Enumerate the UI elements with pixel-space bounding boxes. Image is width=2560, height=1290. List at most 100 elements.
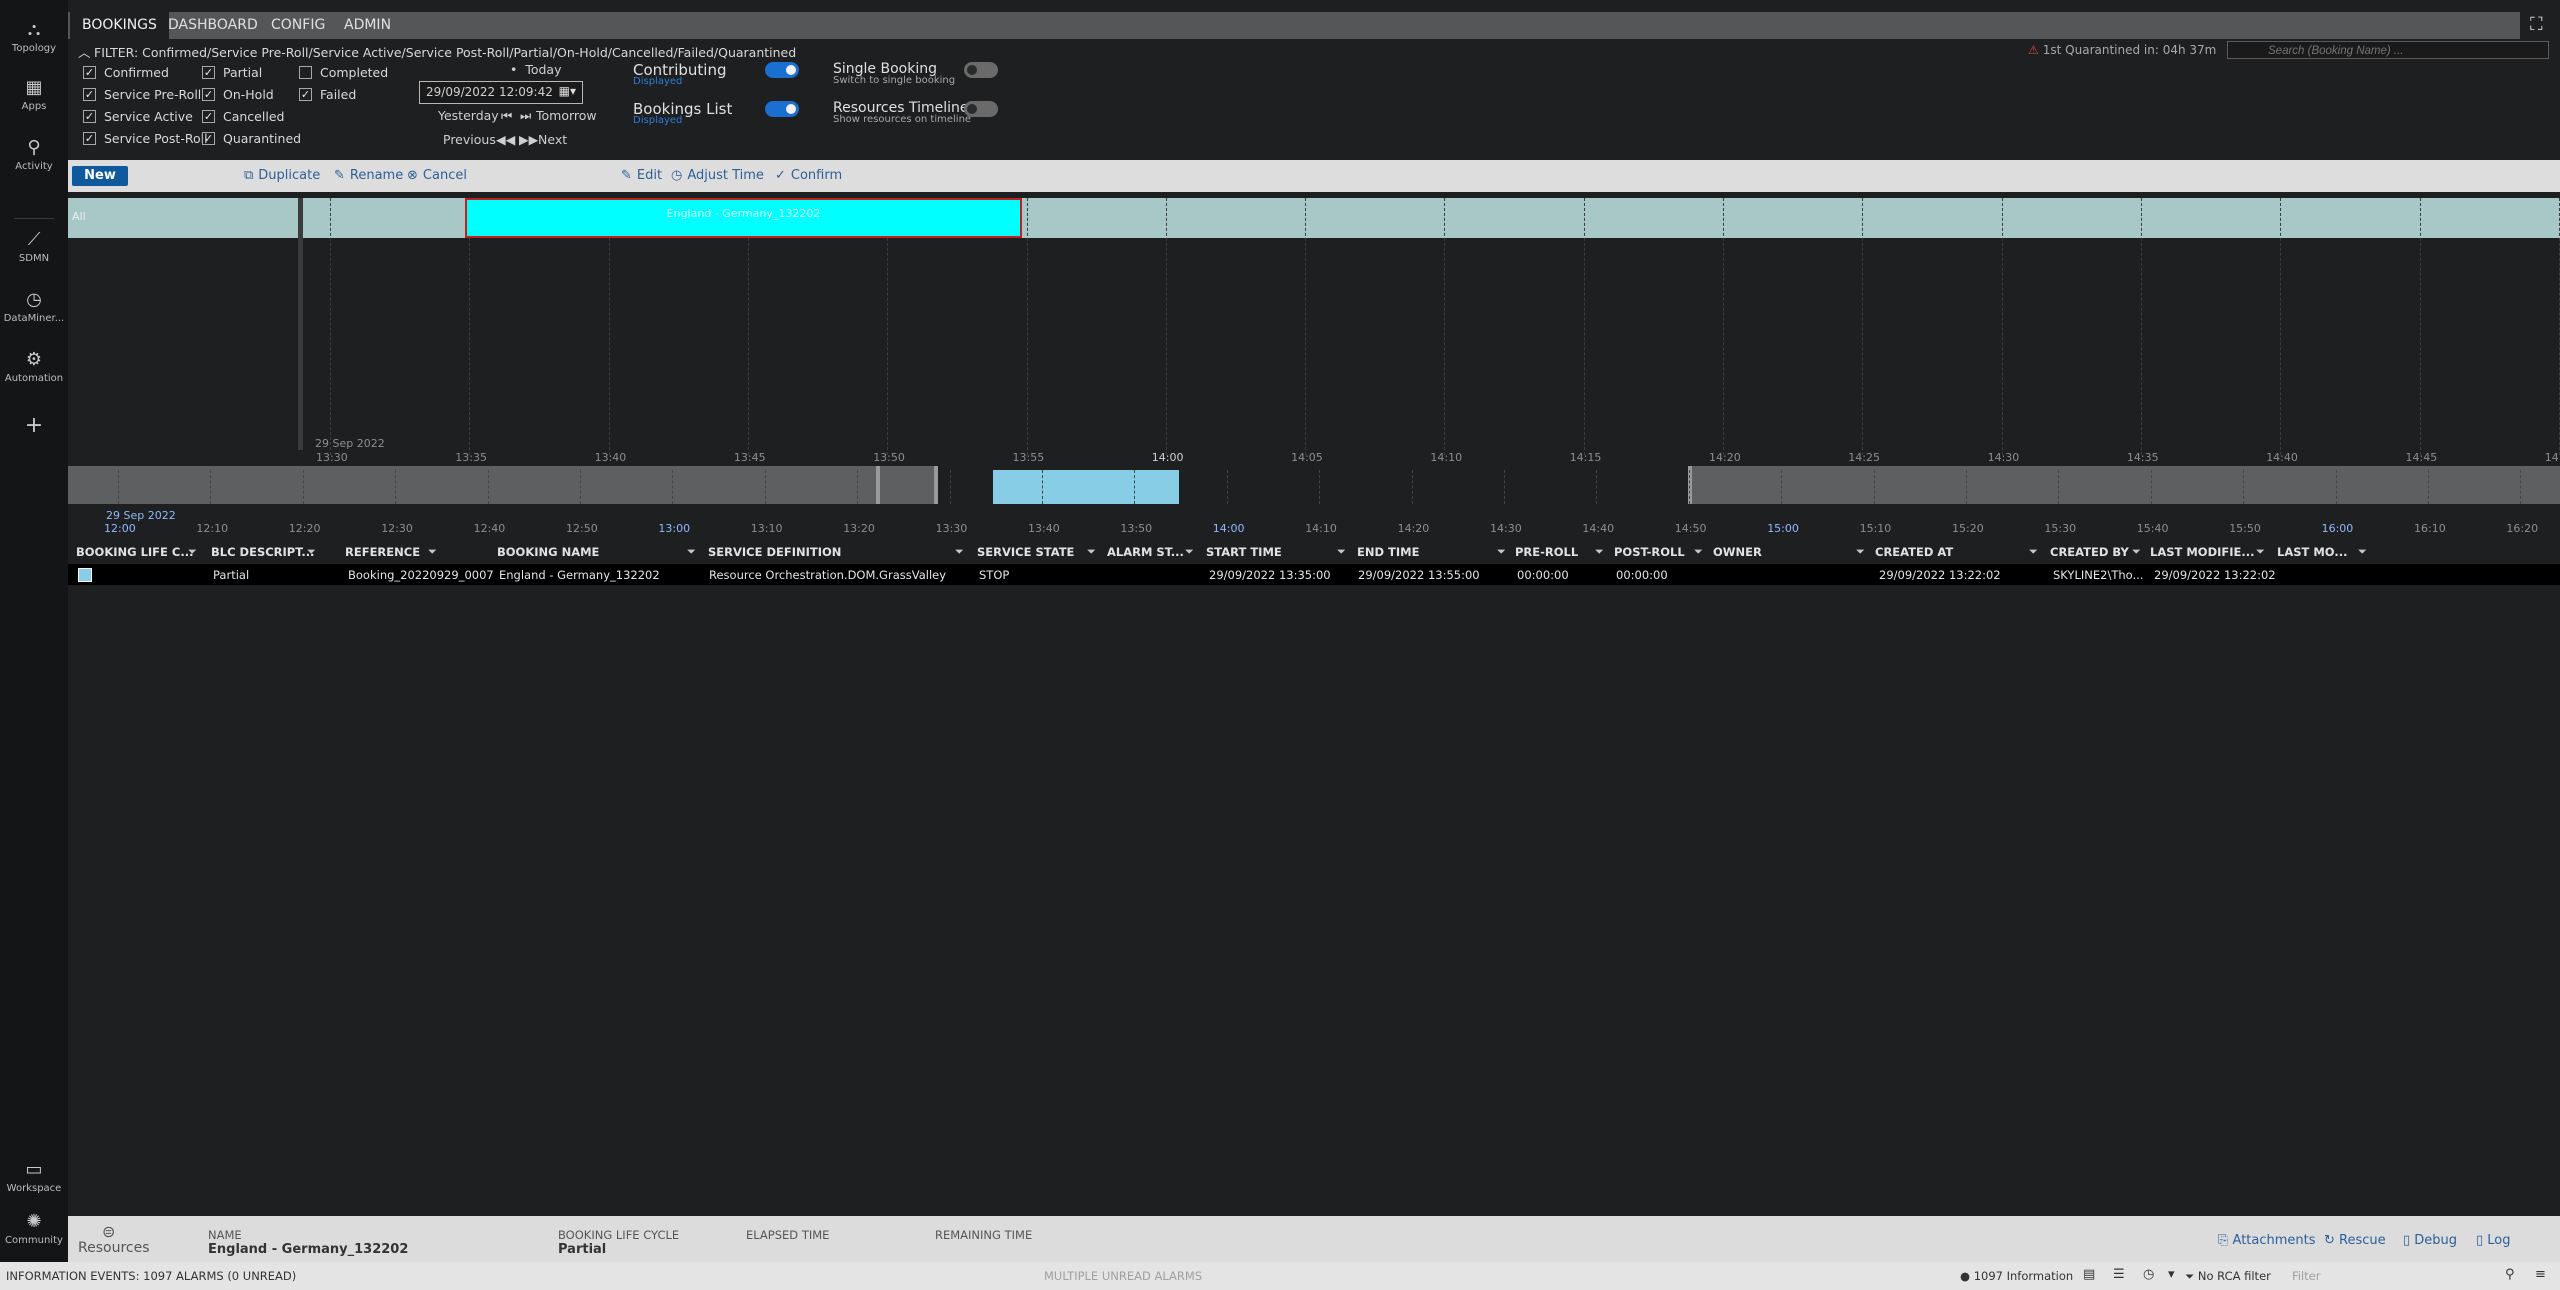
column-header[interactable]: START TIME — [1206, 545, 1282, 559]
today-button[interactable]: • Today — [510, 62, 561, 77]
debug-link[interactable]: ▯ Debug — [2403, 1233, 2457, 1248]
fast-forward-icon[interactable]: ▶▶ — [519, 132, 538, 147]
skip-back-icon[interactable]: ⏮ — [501, 108, 512, 124]
checkbox-quarantined[interactable]: ✓ Quarantined — [202, 131, 301, 146]
column-header[interactable]: OWNER — [1713, 545, 1762, 559]
log-link[interactable]: ▯ Log — [2476, 1233, 2511, 1248]
checkbox-service-active[interactable]: ✓ Service Active — [83, 109, 193, 124]
checkbox-service-pre-roll[interactable]: ✓ Service Pre-Roll — [83, 87, 201, 102]
rescue-link[interactable]: ↻ Rescue — [2324, 1233, 2386, 1248]
tomorrow-button[interactable]: Tomorrow — [536, 108, 597, 123]
yesterday-button[interactable]: Yesterday — [438, 108, 499, 123]
resources-label[interactable]: Resources — [78, 1240, 150, 1256]
duplicate-button[interactable]: ⧉ Duplicate — [244, 168, 320, 183]
column-filter-icon[interactable]: ⏷ — [1497, 545, 1506, 559]
checkbox-service-post-roll[interactable]: ✓ Service Post-Roll — [83, 131, 208, 146]
checkbox-partial[interactable]: ✓ Partial — [202, 65, 262, 80]
column-filter-icon[interactable]: ⏷ — [1856, 545, 1865, 559]
column-filter-icon[interactable]: ⏷ — [2132, 545, 2141, 559]
rail-add[interactable]: + — [0, 413, 68, 438]
column-filter-icon[interactable]: ⏷ — [1185, 545, 1194, 559]
rail-workspace[interactable]: ▭ Workspace — [0, 1158, 68, 1195]
column-header[interactable]: BOOKING NAME — [497, 545, 599, 559]
single-booking-toggle[interactable] — [964, 62, 998, 78]
attachments-link[interactable]: ⎘ Attachments — [2218, 1233, 2316, 1248]
search-input[interactable] — [2227, 41, 2549, 59]
skip-forward-icon[interactable]: ⏭ — [520, 108, 531, 124]
column-filter-icon[interactable]: ⏷ — [1337, 545, 1346, 559]
tab-bookings[interactable]: BOOKINGS — [70, 12, 169, 39]
edit-button[interactable]: ✎ Edit — [621, 168, 662, 183]
column-header[interactable]: SERVICE DEFINITION — [708, 545, 841, 559]
overview-handle-left[interactable] — [876, 466, 880, 504]
resources-timeline-toggle[interactable] — [964, 101, 998, 117]
calendar-icon[interactable]: ▦▾ — [559, 84, 576, 98]
rail-community[interactable]: ✺ Community — [0, 1210, 68, 1247]
rail-topology[interactable]: ⛬ Topology — [0, 18, 68, 55]
status-information[interactable]: ● 1097 Information — [1960, 1269, 2073, 1283]
overview-handle-right[interactable] — [934, 466, 938, 504]
column-header[interactable]: PRE-ROLL — [1515, 545, 1578, 559]
arrow-down-icon[interactable]: ▾ — [2168, 1267, 2175, 1282]
bookings-list-toggle[interactable] — [765, 101, 799, 117]
timeline-booking-bar[interactable]: England - Germany_132202 — [465, 198, 1022, 238]
confirm-button[interactable]: ✓ Confirm — [775, 168, 842, 183]
column-filter-icon[interactable]: ⏷ — [687, 545, 696, 559]
column-header[interactable]: ALARM ST... — [1107, 545, 1184, 559]
hamburger-icon[interactable]: ≡ — [2535, 1267, 2546, 1282]
column-header[interactable]: BOOKING LIFE C... — [76, 545, 193, 559]
column-header[interactable]: LAST MODIFIE... — [2150, 545, 2255, 559]
table-row[interactable]: Partial Booking_20220929_0007 England - … — [68, 564, 2560, 585]
column-filter-icon[interactable]: ⏷ — [2256, 545, 2265, 559]
column-header[interactable]: CREATED AT — [1875, 545, 1953, 559]
tab-config[interactable]: CONFIG — [259, 12, 337, 39]
status-filter-input[interactable]: Filter — [2292, 1269, 2320, 1283]
checkbox-completed[interactable]: Completed — [299, 65, 388, 80]
rail-apps[interactable]: ▦ Apps — [0, 76, 68, 113]
status-unread-alarms[interactable]: MULTIPLE UNREAD ALARMS — [1044, 1269, 1202, 1283]
previous-button[interactable]: Previous — [443, 132, 496, 147]
column-filter-icon[interactable]: ⏷ — [2358, 545, 2367, 559]
checkbox-confirmed[interactable]: ✓ Confirmed — [83, 65, 169, 80]
sort-icon[interactable]: ☰ — [2113, 1267, 2125, 1282]
timeline-all-band[interactable] — [68, 198, 2560, 238]
column-filter-icon[interactable]: ⏷ — [1595, 545, 1604, 559]
next-button[interactable]: Next — [538, 132, 567, 147]
column-header[interactable]: SERVICE STATE — [977, 545, 1074, 559]
adjust-time-button[interactable]: ◷ Adjust Time — [671, 168, 764, 183]
column-filter-icon[interactable]: ⏷ — [1087, 545, 1096, 559]
new-button[interactable]: New — [72, 166, 128, 186]
column-header[interactable]: POST-ROLL — [1614, 545, 1685, 559]
rail-activity[interactable]: ⚲ Activity — [0, 136, 68, 173]
column-header[interactable]: REFERENCE — [345, 545, 420, 559]
tab-dashboard[interactable]: DASHBOARD — [156, 12, 270, 39]
column-filter-icon[interactable]: ⏷ — [307, 545, 316, 559]
rename-button[interactable]: ✎ Rename — [334, 168, 403, 183]
fullscreen-icon[interactable]: ⛶ — [2530, 14, 2552, 36]
rca-filter[interactable]: ⏷ No RCA filter — [2185, 1269, 2271, 1284]
rewind-icon[interactable]: ◀◀ — [496, 132, 515, 147]
column-filter-icon[interactable]: ⏷ — [955, 545, 964, 559]
resources-icon[interactable]: ⊜ — [102, 1222, 115, 1241]
column-filter-icon[interactable]: ⏷ — [428, 545, 437, 559]
status-events[interactable]: INFORMATION EVENTS: 1097 ALARMS (0 UNREA… — [6, 1269, 296, 1283]
history-icon[interactable]: ◷ — [2143, 1267, 2154, 1282]
column-filter-icon[interactable]: ⏷ — [1694, 545, 1703, 559]
overview-strip[interactable] — [68, 466, 2560, 504]
column-header[interactable]: BLC DESCRIPT... — [211, 545, 314, 559]
filter-summary[interactable]: ︿ FILTER: Confirmed/Service Pre-Roll/Serv… — [78, 42, 796, 61]
checkbox-cancelled[interactable]: ✓ Cancelled — [202, 109, 284, 124]
rail-automation[interactable]: ⚙ Automation — [0, 348, 68, 385]
rail-sdmn[interactable]: ⟋ SDMN — [0, 228, 68, 265]
checkbox-on-hold[interactable]: ✓ On-Hold — [202, 87, 274, 102]
checkbox-failed[interactable]: ✓ Failed — [299, 87, 356, 102]
search-icon[interactable]: ⚲ — [2505, 1267, 2515, 1282]
cancel-button[interactable]: ⊗ Cancel — [407, 168, 467, 183]
column-header[interactable]: END TIME — [1357, 545, 1419, 559]
list-icon[interactable]: ▤ — [2083, 1267, 2095, 1282]
date-input[interactable]: 29/09/2022 12:09:42 ▦▾ — [419, 81, 583, 104]
rail-dataminer[interactable]: ◷ DataMiner... — [0, 288, 68, 325]
overview-booking-block[interactable] — [993, 470, 1179, 504]
tab-admin[interactable]: ADMIN — [332, 12, 403, 39]
column-filter-icon[interactable]: ⏷ — [188, 545, 197, 559]
